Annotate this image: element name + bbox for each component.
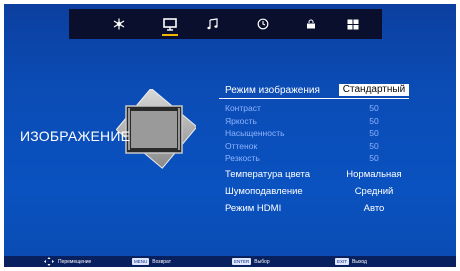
tab-apps[interactable] xyxy=(337,9,369,39)
menu-item-brightness: Яркость 50 xyxy=(219,116,409,129)
clock-icon xyxy=(257,18,269,30)
dpad-arrows-icon xyxy=(44,257,54,266)
tab-settings[interactable] xyxy=(103,9,135,39)
menu-item-value: Стандартный xyxy=(339,84,409,96)
menu-item-tint: Оттенок 50 xyxy=(219,141,409,154)
menu-item-label: Оттенок xyxy=(225,140,258,151)
menu-item-label: Резкость xyxy=(225,153,260,163)
tab-lock[interactable] xyxy=(295,9,327,39)
hint-move-label: Перемещение xyxy=(58,258,92,265)
tab-time[interactable] xyxy=(247,9,279,39)
hint-move: Перемещение xyxy=(44,257,91,266)
menu-item-label: Температура цвета xyxy=(225,168,311,180)
tab-picture[interactable] xyxy=(154,9,186,39)
hint-bar: Перемещение MENU Возврат ENTER Выбор EXI… xyxy=(4,256,456,267)
menu-item-label: Яркость xyxy=(225,115,257,126)
tv-screen: ИЗОБРАЖЕНИЕ Режим изображения Стандартны… xyxy=(4,4,456,267)
menu-item-value: 50 xyxy=(369,140,379,151)
hint-menu-label: Возврат xyxy=(152,258,171,265)
hint-exit-label: Выход xyxy=(352,258,367,265)
exit-key: EXIT xyxy=(335,258,350,265)
menu-item-label: Режим изображения xyxy=(225,85,320,96)
menu-item-value: 50 xyxy=(369,128,379,138)
picture-menu: Режим изображения Стандартный Контраст 5… xyxy=(219,83,409,217)
hint-enter: ENTER Выбор xyxy=(232,257,270,266)
snowflake-icon xyxy=(113,18,125,30)
menu-item-label: Контраст xyxy=(225,103,261,113)
menu-item-label: Режим HDMI xyxy=(225,202,282,214)
menu-item-label: Насыщенность xyxy=(225,128,285,138)
menu-item-hdmi-mode[interactable]: Режим HDMI Авто xyxy=(219,200,409,217)
menu-item-label: Шумоподавление xyxy=(225,185,303,197)
menu-item-sharpness: Резкость 50 xyxy=(219,153,409,166)
menu-item-value: Нормальная xyxy=(346,168,402,180)
section-title: ИЗОБРАЖЕНИЕ xyxy=(20,128,131,144)
tab-sound[interactable] xyxy=(197,9,229,39)
enter-key: ENTER xyxy=(232,258,252,265)
hint-exit: EXIT Выход xyxy=(335,257,367,266)
menu-item-contrast: Контраст 50 xyxy=(219,103,409,116)
lock-icon xyxy=(307,19,315,29)
menu-item-value: Авто xyxy=(363,202,385,214)
menu-item-value: 50 xyxy=(369,153,379,163)
menu-key: MENU xyxy=(132,258,150,265)
grid-icon xyxy=(347,19,359,29)
menu-item-value: Средний xyxy=(354,185,394,197)
music-note-icon xyxy=(207,18,218,30)
monitor-icon xyxy=(163,17,177,31)
hint-enter-label: Выбор xyxy=(254,258,270,265)
menu-item-color-temperature[interactable]: Температура цвета Нормальная xyxy=(219,166,409,183)
menu-item-picture-mode[interactable]: Режим изображения Стандартный xyxy=(219,83,409,99)
menu-item-value: 50 xyxy=(369,115,379,126)
menu-item-saturation: Насыщенность 50 xyxy=(219,128,409,141)
menu-item-value: 50 xyxy=(369,103,379,113)
hint-menu: MENU Возврат xyxy=(132,257,171,266)
menu-item-noise-reduction[interactable]: Шумоподавление Средний xyxy=(219,183,409,200)
category-tab-bar xyxy=(69,9,382,39)
